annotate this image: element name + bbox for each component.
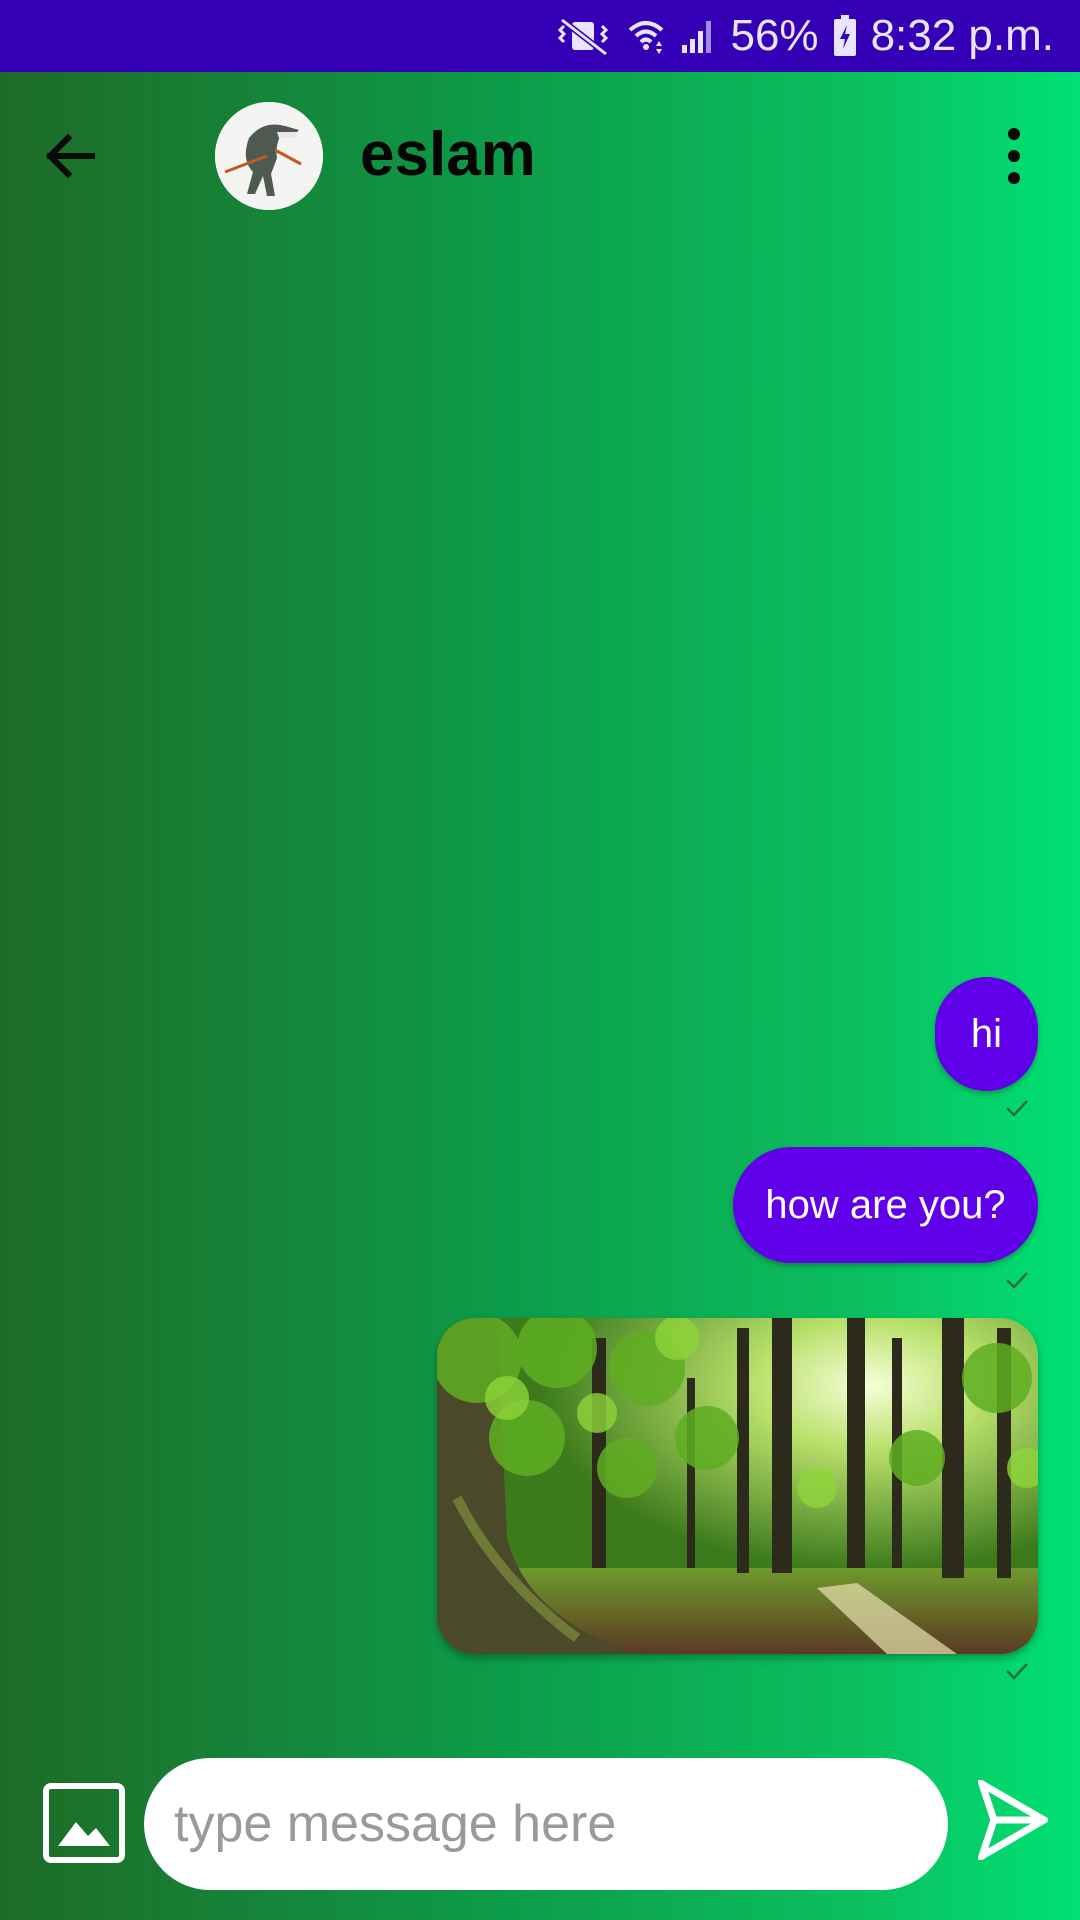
- send-icon[interactable]: [975, 1776, 1051, 1864]
- more-vert-icon[interactable]: [994, 126, 1034, 186]
- clock: 8:32 p.m.: [870, 11, 1054, 60]
- message-bubble[interactable]: hi: [935, 977, 1038, 1091]
- avatar[interactable]: [215, 102, 323, 210]
- vibrate-mute-icon: [554, 16, 612, 56]
- battery-percent: 56%: [730, 11, 819, 60]
- wifi-icon: [626, 16, 666, 56]
- chat-toolbar: eslam: [0, 72, 1080, 240]
- message-input[interactable]: [144, 1758, 948, 1890]
- back-arrow-icon[interactable]: [38, 124, 102, 188]
- message-bubble[interactable]: how are you?: [733, 1147, 1038, 1263]
- image-attach-icon[interactable]: [42, 1782, 126, 1864]
- sent-check-icon: [1006, 1100, 1028, 1117]
- sent-check-icon: [1006, 1272, 1028, 1289]
- forest-image: [437, 1318, 1038, 1654]
- sent-check-icon: [1006, 1663, 1028, 1680]
- message-text: how are you?: [765, 1182, 1006, 1227]
- battery-charging-icon: [833, 15, 857, 57]
- image-message[interactable]: [437, 1318, 1038, 1654]
- status-bar: 56% 8:32 p.m.: [0, 0, 1080, 72]
- message-text: hi: [970, 1011, 1003, 1056]
- contact-name: eslam: [360, 120, 536, 189]
- cell-signal-icon: [680, 17, 716, 55]
